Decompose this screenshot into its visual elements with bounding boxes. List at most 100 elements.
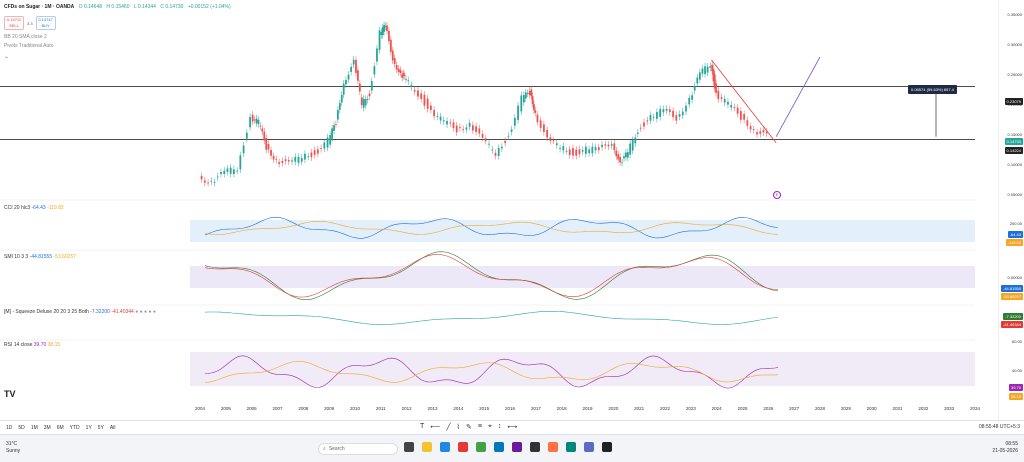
app-icon-teal[interactable] <box>566 442 576 452</box>
timeframe-6m[interactable]: 6M <box>57 425 64 431</box>
candle-body <box>388 30 390 42</box>
candle-body <box>723 98 726 103</box>
candle-body <box>575 149 578 156</box>
year-tick: 2027 <box>789 406 800 411</box>
terminal-icon[interactable] <box>602 442 612 452</box>
candle-body <box>717 90 720 99</box>
app-icon-indigo[interactable] <box>584 442 594 452</box>
outlook-icon[interactable] <box>494 442 504 452</box>
text-tool-icon[interactable]: T <box>420 423 424 431</box>
prediction-icon[interactable]: ⌖ <box>488 423 492 431</box>
pattern-icon[interactable]: ⌇ <box>457 423 460 431</box>
rsi-tag-2: 38.15 <box>1008 393 1023 400</box>
cci-signal: -119.82 <box>47 205 64 211</box>
spread: 3.3 <box>27 20 33 26</box>
chart-area[interactable]: CFDs on Sugar · 1M · OANDA O 0.14648 H 0… <box>0 0 1000 420</box>
price-scale[interactable]: 0.350000.300000.250000.200000.150000.100… <box>998 0 1024 420</box>
year-tick: 2022 <box>659 406 671 411</box>
ruler-icon[interactable]: ⟷ <box>507 423 517 431</box>
timeframe-all[interactable]: All <box>110 425 116 431</box>
candle-body <box>259 125 262 127</box>
collapse-chevron-icon[interactable]: ⌃ <box>4 56 9 63</box>
app-icon-orange[interactable] <box>548 442 558 452</box>
candle-body <box>226 168 229 172</box>
candle-body <box>395 64 398 70</box>
candle-body <box>433 110 436 117</box>
smi-tag-1: -44.81555 <box>1000 285 1023 292</box>
timeframe-3m[interactable]: 3M <box>44 425 51 431</box>
system-clock[interactable]: 08:55 21-05-2026 <box>992 441 1018 455</box>
candle-body <box>257 119 260 125</box>
app-icon-dark[interactable] <box>530 442 540 452</box>
candle-body <box>743 114 746 120</box>
trend-line-icon[interactable]: ╱ <box>446 423 450 431</box>
candle-body <box>696 77 699 84</box>
candle-body <box>522 95 525 103</box>
timeframe-5y[interactable]: 5Y <box>98 425 104 431</box>
horizontal-line-icon[interactable]: ⟵ <box>430 423 440 431</box>
ohlc-close: C 0.14730 <box>160 4 184 10</box>
candle-body <box>253 119 256 121</box>
candle-body <box>646 120 649 122</box>
rsi-scale-top: 60.00 <box>1011 339 1022 344</box>
pivots-indicator-label[interactable]: Pivots Traditional Auto <box>4 43 53 49</box>
candle-body <box>634 137 637 144</box>
candle-body <box>370 81 373 91</box>
price-tick: 0.30000 <box>1007 42 1022 47</box>
candle-body <box>588 149 591 154</box>
candle-body <box>267 143 270 150</box>
weather-widget[interactable]: 31°C Sunny <box>6 441 20 455</box>
year-tick: 2013 <box>427 406 438 411</box>
squeeze-tag-1: -7.32200 <box>1003 313 1023 320</box>
bb-indicator-label[interactable]: BB 20 SMA close 2 <box>4 34 47 40</box>
timeframe-1y[interactable]: 1Y <box>86 425 92 431</box>
time-axis[interactable]: 2004 2005 2006 2007 2008 2009 2010 2011 2012 2013… <box>0 406 1000 416</box>
projection-arrow <box>775 56 821 137</box>
ohlc-low: L 0.14344 <box>133 4 156 10</box>
cci-pane-label[interactable]: CCI 20 hlc3 -64.43 -119.82 <box>4 205 64 211</box>
file-explorer-icon[interactable] <box>422 442 432 452</box>
smi-pane-label[interactable]: SMI 10 3 3 -44.81555 -53.60257 <box>4 254 76 260</box>
buy-button[interactable]: 0.14747 BUY <box>35 16 56 30</box>
candle-body <box>291 160 293 162</box>
rsi-pane-label[interactable]: RSI 14 close 39.70 38.15 <box>4 342 60 348</box>
measure-icon[interactable]: ↕ <box>498 423 502 431</box>
timeframe-ytd[interactable]: YTD <box>70 425 80 431</box>
candle-body <box>426 98 429 109</box>
task-view-icon[interactable] <box>404 442 414 452</box>
brush-icon[interactable]: ✎ <box>466 423 472 431</box>
candle-body <box>331 128 333 139</box>
chrome-icon[interactable] <box>476 442 486 452</box>
sell-label: SELL <box>9 23 19 28</box>
squeeze-pane-label[interactable]: [M] - Squeeze Deluxe 20 20 3 25 Both -7.… <box>4 309 156 315</box>
timeframe-1m[interactable]: 1M <box>31 425 38 431</box>
candle-body <box>207 182 209 184</box>
candle-body <box>423 94 426 106</box>
app-icon-red[interactable] <box>458 442 468 452</box>
timeframe-1d[interactable]: 1D <box>6 425 12 431</box>
fib-icon[interactable]: ≡ <box>478 423 482 431</box>
app-icon-purple[interactable] <box>512 442 522 452</box>
candle-body <box>662 109 665 113</box>
year-tick: 2025 <box>737 406 748 411</box>
year-tick: 2029 <box>840 406 851 411</box>
sell-button[interactable]: 0.14711 SELL <box>4 16 24 30</box>
timeframe-5d[interactable]: 5D <box>18 425 24 431</box>
event-marker-icon[interactable]: E <box>773 191 781 199</box>
chart-clock[interactable]: 08:55:48 UTC+5:3 <box>979 424 1020 430</box>
candle-body <box>249 116 251 128</box>
smi-scale-top: 0.00000 <box>1007 275 1022 280</box>
taskbar-search[interactable]: ⌕ Search <box>318 443 398 455</box>
taskbar-apps <box>404 442 612 452</box>
candle-body <box>510 129 513 132</box>
candle-body <box>681 111 684 116</box>
candle-body <box>736 107 739 114</box>
candle-body <box>316 149 319 154</box>
candle-body <box>236 170 239 172</box>
buy-label: BUY <box>41 23 50 28</box>
candle-body <box>532 104 535 111</box>
candle-body <box>355 59 357 73</box>
price-chart[interactable] <box>0 0 1000 420</box>
edge-icon[interactable] <box>440 442 450 452</box>
candle-body <box>446 121 448 125</box>
